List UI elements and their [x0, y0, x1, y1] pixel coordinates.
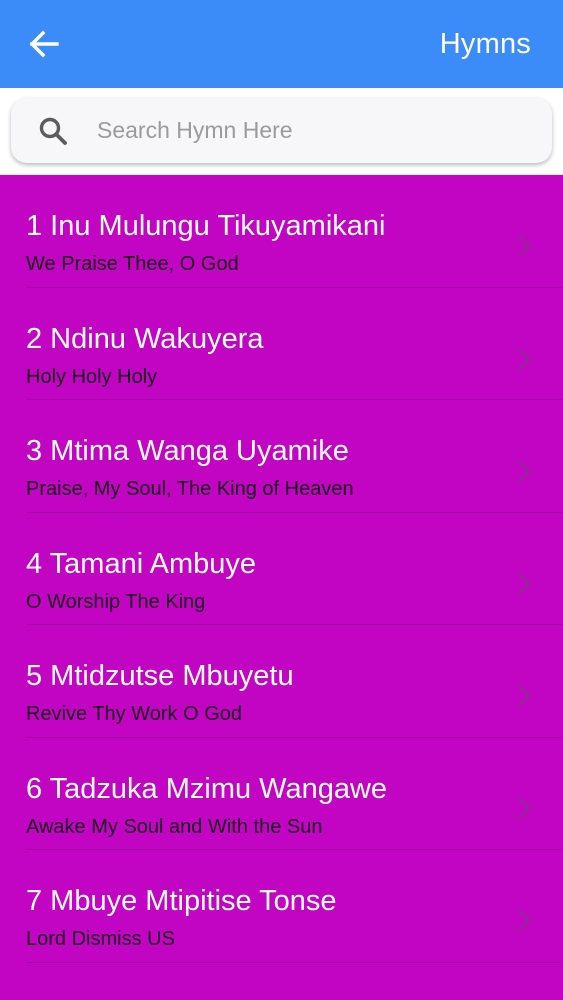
hymn-subtitle: Holy Holy Holy [26, 365, 158, 388]
search-section [0, 88, 563, 175]
hymn-list-item[interactable]: 1 Inu Mulungu Tikuyamikani We Praise The… [0, 175, 563, 288]
hymn-list-item[interactable]: 3 Mtima Wanga Uyamike Praise, My Soul, T… [0, 400, 563, 513]
hymn-title: 5 Mtidzutse Mbuyetu [26, 660, 294, 692]
hymn-title: 7 Mbuye Mtipitise Tonse [26, 885, 337, 917]
hymn-title: 4 Tamani Ambuye [26, 547, 256, 580]
app-bar: Hymns [0, 0, 563, 88]
search-input[interactable] [97, 117, 517, 144]
chevron-right-icon [518, 572, 531, 595]
page-title: Hymns [439, 28, 531, 60]
chevron-right-icon [518, 460, 531, 482]
hymn-list-item[interactable]: 2 Ndinu Wakuyera Holy Holy Holy [0, 288, 563, 401]
hymn-title: 1 Inu Mulungu Tikuyamikani [26, 210, 386, 242]
hymn-title: 3 Mtima Wanga Uyamike [26, 435, 349, 467]
hymn-subtitle: Lord Dismiss US [26, 928, 175, 950]
hymn-subtitle: Awake My Soul and With the Sun [26, 815, 323, 838]
chevron-right-icon [518, 910, 531, 932]
chevron-right-icon [518, 347, 531, 370]
arrow-left-icon [29, 30, 59, 58]
hymns-screen: Hymns 1 Inu Mulungu Tikuyamikani We Prai… [0, 0, 563, 1000]
hymn-list: 1 Inu Mulungu Tikuyamikani We Praise The… [0, 175, 563, 1000]
hymn-subtitle: Praise, My Soul, The King of Heaven [26, 478, 354, 500]
chevron-right-icon [518, 797, 531, 820]
hymn-list-item[interactable]: 4 Tamani Ambuye O Worship The King [0, 513, 563, 626]
chevron-right-icon [518, 685, 531, 707]
back-button[interactable] [22, 24, 66, 64]
hymn-subtitle: Revive Thy Work O God [26, 703, 242, 725]
hymn-title: 2 Ndinu Wakuyera [26, 322, 264, 355]
hymn-list-item[interactable]: 6 Tadzuka Mzimu Wangawe Awake My Soul an… [0, 738, 563, 851]
hymn-subtitle: We Praise Thee, O God [26, 253, 239, 275]
search-icon [38, 116, 68, 146]
chevron-right-icon [518, 235, 531, 257]
hymn-subtitle: O Worship The King [26, 590, 206, 613]
hymn-list-item[interactable]: 7 Mbuye Mtipitise Tonse Lord Dismiss US [0, 850, 563, 963]
hymn-title: 6 Tadzuka Mzimu Wangawe [26, 772, 388, 805]
search-bar[interactable] [11, 98, 552, 163]
hymn-list-item[interactable]: 5 Mtidzutse Mbuyetu Revive Thy Work O Go… [0, 625, 563, 738]
